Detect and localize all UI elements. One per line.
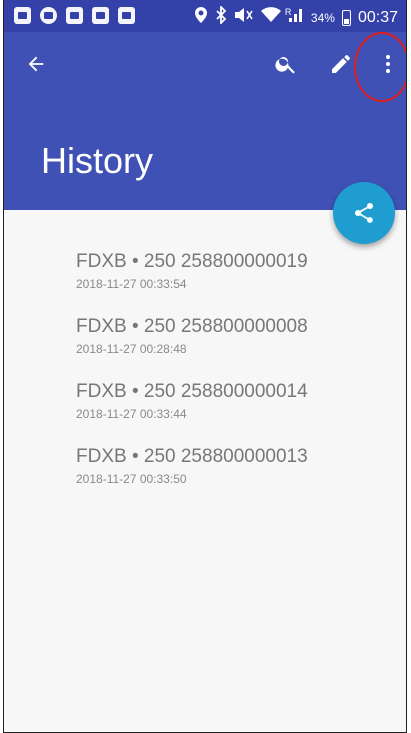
scan-timestamp: 2018-11-27 00:33:50	[76, 472, 187, 486]
history-item[interactable]: FDXB • 250 258800000013 2018-11-27 00:33…	[76, 445, 308, 510]
signal-label: R	[284, 7, 292, 17]
notification-icons	[14, 7, 135, 24]
edit-icon	[332, 55, 350, 73]
mute-icon	[234, 7, 254, 28]
app-notification-icon	[118, 7, 135, 24]
share-icon	[354, 203, 373, 223]
status-bar: R 34% 00:37	[4, 0, 406, 32]
scan-timestamp: 2018-11-27 00:33:44	[76, 407, 187, 421]
tag-id: FDXB • 250 258800000013	[76, 446, 308, 467]
history-item[interactable]: FDXB • 250 258800000014 2018-11-27 00:33…	[76, 380, 308, 445]
history-list: FDXB • 250 258800000019 2018-11-27 00:33…	[76, 250, 308, 510]
battery-percent: 34%	[310, 10, 335, 25]
bluetooth-icon	[215, 4, 227, 29]
scan-timestamp: 2018-11-27 00:33:54	[76, 277, 187, 291]
image-notification-icon	[92, 7, 109, 24]
app-screen: R 34% 00:37 History FDXB • 250 258800000…	[3, 0, 407, 733]
battery-icon	[341, 9, 351, 26]
back-button[interactable]	[14, 42, 58, 86]
system-icons: R 34% 00:37	[194, 4, 398, 29]
clock: 00:37	[357, 8, 398, 26]
share-button[interactable]	[333, 182, 395, 244]
search-icon	[275, 57, 295, 74]
tag-id: FDXB • 250 258800000008	[76, 316, 308, 337]
location-icon	[194, 6, 208, 29]
history-item[interactable]: FDXB • 250 258800000008 2018-11-27 00:28…	[76, 315, 308, 380]
signal-icon: R	[285, 7, 304, 28]
history-item[interactable]: FDXB • 250 258800000019 2018-11-27 00:33…	[76, 250, 308, 315]
app-bar: History	[4, 32, 406, 210]
wifi-icon	[260, 7, 281, 28]
chat-notification-icon	[14, 7, 31, 24]
search-button[interactable]	[264, 42, 308, 86]
arrow-back-icon	[28, 56, 44, 72]
shield-notification-icon	[40, 7, 57, 24]
tag-id: FDXB • 250 258800000014	[76, 381, 308, 402]
scan-timestamp: 2018-11-27 00:28:48	[76, 342, 187, 356]
highlight-circle	[354, 32, 406, 102]
page-title: History	[41, 140, 154, 181]
mail-notification-icon	[66, 7, 83, 24]
tag-id: FDXB • 250 258800000019	[76, 251, 308, 272]
